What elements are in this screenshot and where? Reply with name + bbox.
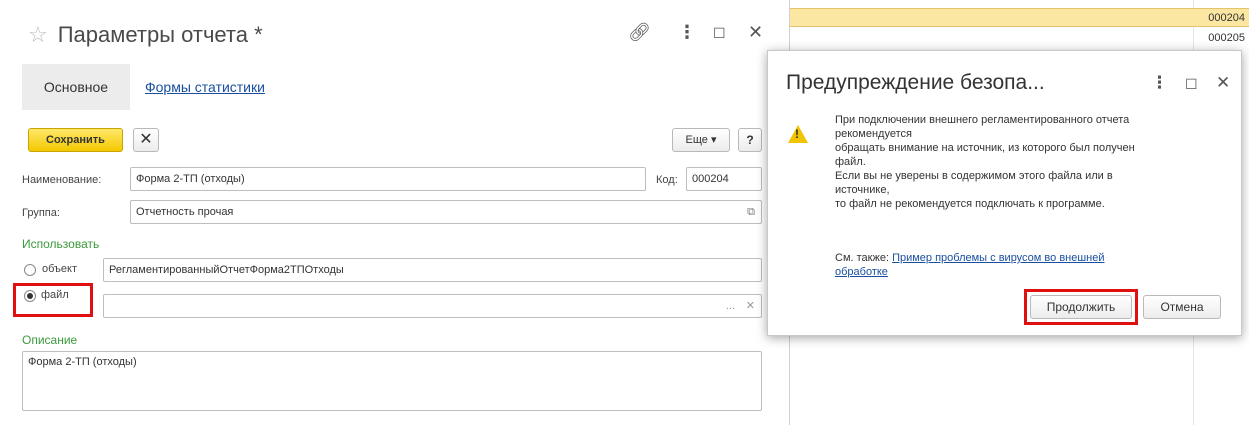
name-label: Наименование: [22,174,102,186]
message-line: рекомендуется [835,128,912,140]
close-icon[interactable]: ✕ [748,22,763,43]
message-line: файл. [835,156,866,168]
dialog-message: При подключении внешнего регламентирован… [835,113,1225,211]
dialog-close-icon[interactable]: ✕ [1216,73,1230,93]
link-icon[interactable]: 🔗︎ [628,22,651,43]
warning-mark: ! [795,127,799,141]
tab-statistics-forms[interactable]: Формы статистики [145,64,265,110]
message-line: то файл не рекомендуется подключать к пр… [835,198,1105,210]
description-field[interactable]: Форма 2-ТП (отходы) [22,351,762,411]
browse-icon[interactable]: ... [726,295,735,317]
clear-icon[interactable]: ✕ [746,295,755,317]
dialog-more-vert-icon[interactable]: ⋮ [1151,73,1168,93]
window-title-text: Параметры отчета * [57,22,263,47]
message-line: Если вы не уверены в содержимом этого фа… [835,170,1113,182]
dialog-title: Предупреждение безопа... [786,71,1045,94]
see-also-link-cont[interactable]: обработке [835,266,888,278]
star-icon[interactable]: ☆ [28,22,48,47]
file-radio[interactable] [24,290,36,302]
see-also-link[interactable]: Пример проблемы с вирусом во внешней [892,252,1104,264]
file-label: файл [41,289,69,301]
description-section-label: Описание [22,333,78,347]
more-vert-icon[interactable]: ⋮ [678,22,696,43]
object-radio[interactable] [24,264,36,276]
window-title: ☆ Параметры отчета * [28,22,263,48]
use-section-label: Использовать [22,237,100,251]
continue-button[interactable]: Продолжить [1030,295,1132,319]
save-button[interactable]: Сохранить [28,128,123,152]
message-line: источнике, [835,184,890,196]
security-warning-dialog: Предупреждение безопа... ⋮ ☐ ✕ ! При под… [767,50,1242,336]
group-value: Отчетность прочая [136,206,234,218]
report-params-window: ☆ Параметры отчета * 🔗︎ ⋮ ☐ ✕ Основное Фо… [8,0,790,425]
maximize-icon[interactable]: ☐ [713,25,726,42]
name-field[interactable]: Форма 2-ТП (отходы) [130,167,646,191]
object-field[interactable]: РегламентированныйОтчетФорма2ТПОтходы [103,258,762,282]
message-line: При подключении внешнего регламентирован… [835,114,1130,126]
list-row-selected[interactable]: 000204 [760,8,1249,27]
see-also: См. также: Пример проблемы с вирусом во … [835,251,1135,279]
close-button[interactable]: ✕ [133,128,159,152]
dialog-maximize-icon[interactable]: ☐ [1185,76,1198,93]
message-line: обращать внимание на источник, из которо… [835,142,1135,154]
list-row[interactable]: 000205 [760,29,1249,48]
cancel-button[interactable]: Отмена [1143,295,1221,319]
file-field[interactable]: ... ✕ [103,294,762,318]
code-field[interactable]: 000204 [686,167,762,191]
group-label: Группа: [22,207,60,219]
group-field[interactable]: Отчетность прочая ⧉ [130,200,762,224]
help-button[interactable]: ? [738,128,762,152]
object-label: объект [42,263,78,275]
see-also-prefix: См. также: [835,252,889,264]
more-button[interactable]: Еще ▾ [672,128,730,152]
open-icon[interactable]: ⧉ [747,201,755,223]
code-label: Код: [656,174,678,186]
tab-main[interactable]: Основное [22,64,130,110]
